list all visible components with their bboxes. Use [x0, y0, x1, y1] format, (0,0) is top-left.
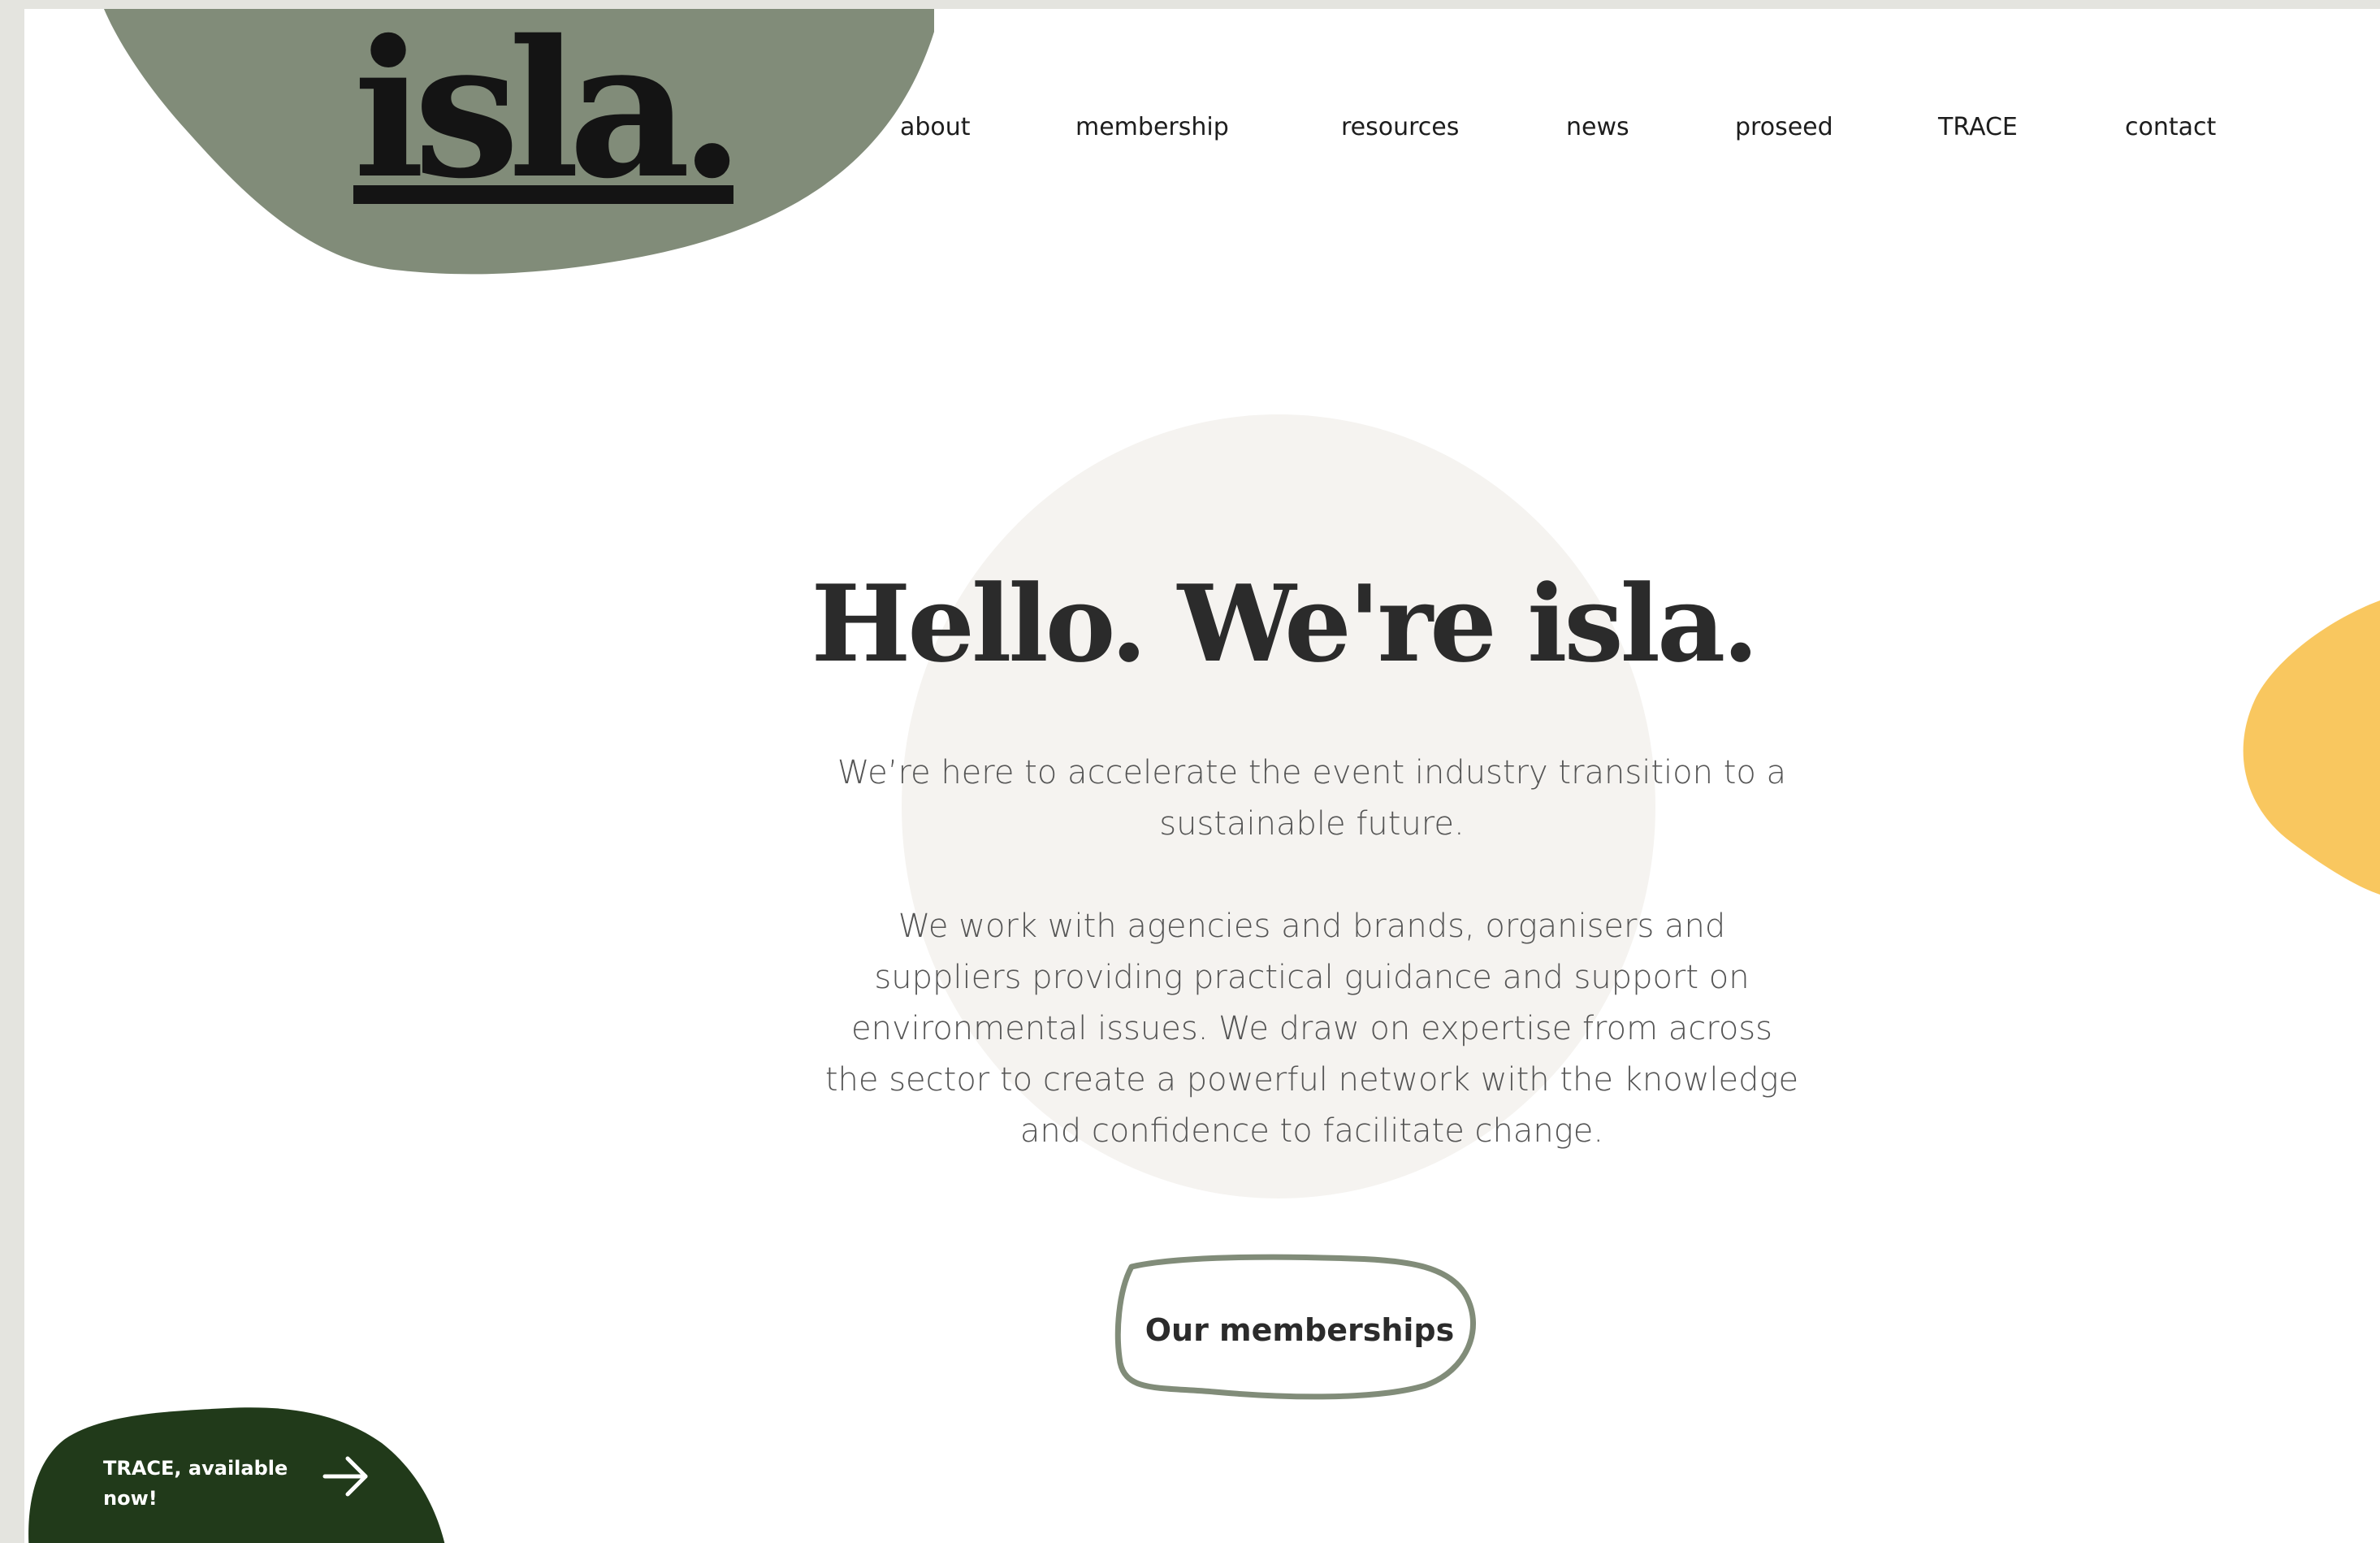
- nav-item-trace[interactable]: TRACE: [1938, 105, 2018, 150]
- hero-headline: Hello. We're isla.: [811, 561, 1759, 686]
- hero-body: We work with agencies and brands, organi…: [824, 908, 1799, 1150]
- nav-item-news[interactable]: news: [1566, 105, 1629, 150]
- nav-item-resources[interactable]: resources: [1341, 105, 1459, 150]
- main-nav: about membership resources news proseed …: [24, 105, 2380, 150]
- nav-item-proseed[interactable]: proseed: [1735, 105, 1833, 150]
- nav-item-membership[interactable]: membership: [1075, 105, 1229, 150]
- arrow-right-icon: [322, 1456, 368, 1497]
- nav-item-about[interactable]: about: [900, 105, 971, 150]
- nav-item-contact[interactable]: contact: [2125, 105, 2216, 150]
- trace-available-badge[interactable]: TRACE, available now!: [24, 1382, 479, 1543]
- hero-intro: We’re here to accelerate the event indus…: [837, 754, 1787, 843]
- cta-label: Our memberships: [1145, 1312, 1455, 1348]
- page: isla. about membership resources news pr…: [24, 9, 2380, 1543]
- trace-badge-text: TRACE, available now!: [103, 1457, 288, 1510]
- our-memberships-button[interactable]: Our memberships: [1109, 1249, 1491, 1411]
